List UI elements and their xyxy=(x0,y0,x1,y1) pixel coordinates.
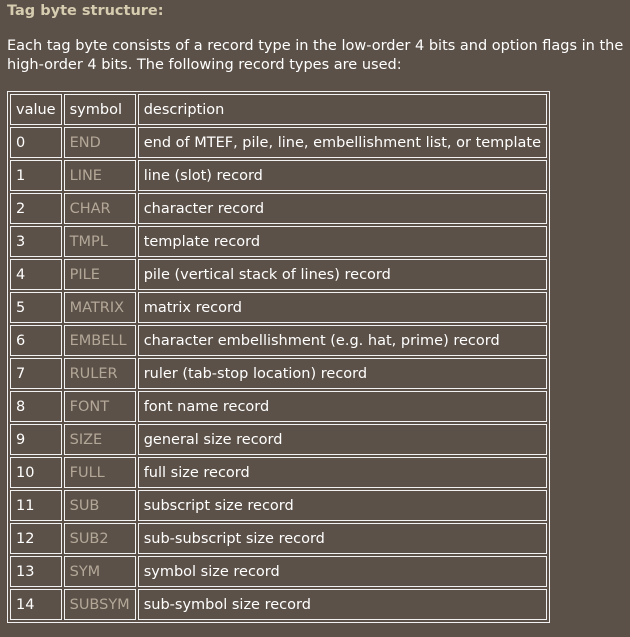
table-row: 14 SUBSYM sub-symbol size record xyxy=(10,589,548,620)
cell-value: 0 xyxy=(10,127,62,158)
cell-value: 7 xyxy=(10,358,62,389)
cell-symbol: MATRIX xyxy=(63,292,136,323)
cell-description: pile (vertical stack of lines) record xyxy=(137,259,548,290)
header-value: value xyxy=(10,94,62,125)
cell-value: 6 xyxy=(10,325,62,356)
cell-value: 2 xyxy=(10,193,62,224)
table-row: 2 CHAR character record xyxy=(10,193,548,224)
cell-symbol: FULL xyxy=(63,457,136,488)
cell-description: character record xyxy=(137,193,548,224)
cell-symbol: SYM xyxy=(63,556,136,587)
table-row: 10 FULL full size record xyxy=(10,457,548,488)
cell-value: 1 xyxy=(10,160,62,191)
cell-symbol: FONT xyxy=(63,391,136,422)
cell-symbol: SUB xyxy=(63,490,136,521)
table-row: 13 SYM symbol size record xyxy=(10,556,548,587)
table-row: 8 FONT font name record xyxy=(10,391,548,422)
cell-description: sub-subscript size record xyxy=(137,523,548,554)
intro-paragraph: Each tag byte consists of a record type … xyxy=(7,38,624,73)
cell-description: character embellishment (e.g. hat, prime… xyxy=(137,325,548,356)
cell-description: end of MTEF, pile, line, embellishment l… xyxy=(137,127,548,158)
cell-description: full size record xyxy=(137,457,548,488)
cell-description: symbol size record xyxy=(137,556,548,587)
table-row: 0 END end of MTEF, pile, line, embellish… xyxy=(10,127,548,158)
table-row: 4 PILE pile (vertical stack of lines) re… xyxy=(10,259,548,290)
cell-description: template record xyxy=(137,226,548,257)
cell-symbol: CHAR xyxy=(63,193,136,224)
cell-description: line (slot) record xyxy=(137,160,548,191)
table-row: 6 EMBELL character embellishment (e.g. h… xyxy=(10,325,548,356)
cell-symbol: EMBELL xyxy=(63,325,136,356)
cell-description: general size record xyxy=(137,424,548,455)
table-row: 5 MATRIX matrix record xyxy=(10,292,548,323)
table-row: 11 SUB subscript size record xyxy=(10,490,548,521)
cell-description: ruler (tab-stop location) record xyxy=(137,358,548,389)
cell-value: 8 xyxy=(10,391,62,422)
cell-value: 3 xyxy=(10,226,62,257)
table-row: 3 TMPL template record xyxy=(10,226,548,257)
table-row: 12 SUB2 sub-subscript size record xyxy=(10,523,548,554)
cell-value: 4 xyxy=(10,259,62,290)
cell-description: font name record xyxy=(137,391,548,422)
cell-symbol: END xyxy=(63,127,136,158)
cell-symbol: LINE xyxy=(63,160,136,191)
cell-description: matrix record xyxy=(137,292,548,323)
cell-symbol: TMPL xyxy=(63,226,136,257)
cell-value: 5 xyxy=(10,292,62,323)
header-symbol: symbol xyxy=(63,94,136,125)
cell-value: 10 xyxy=(10,457,62,488)
cell-description: subscript size record xyxy=(137,490,548,521)
header-description: description xyxy=(137,94,548,125)
cell-symbol: SUBSYM xyxy=(63,589,136,620)
table-row: 9 SIZE general size record xyxy=(10,424,548,455)
cell-symbol: SIZE xyxy=(63,424,136,455)
cell-symbol: PILE xyxy=(63,259,136,290)
cell-symbol: RULER xyxy=(63,358,136,389)
cell-description: sub-symbol size record xyxy=(137,589,548,620)
table-header-row: value symbol description xyxy=(10,94,548,125)
record-types-table: value symbol description 0 END end of MT… xyxy=(7,91,551,623)
cell-value: 13 xyxy=(10,556,62,587)
section-heading: Tag byte structure: xyxy=(7,3,164,19)
cell-value: 11 xyxy=(10,490,62,521)
cell-value: 12 xyxy=(10,523,62,554)
table-row: 1 LINE line (slot) record xyxy=(10,160,548,191)
table-row: 7 RULER ruler (tab-stop location) record xyxy=(10,358,548,389)
cell-value: 14 xyxy=(10,589,62,620)
cell-value: 9 xyxy=(10,424,62,455)
cell-symbol: SUB2 xyxy=(63,523,136,554)
